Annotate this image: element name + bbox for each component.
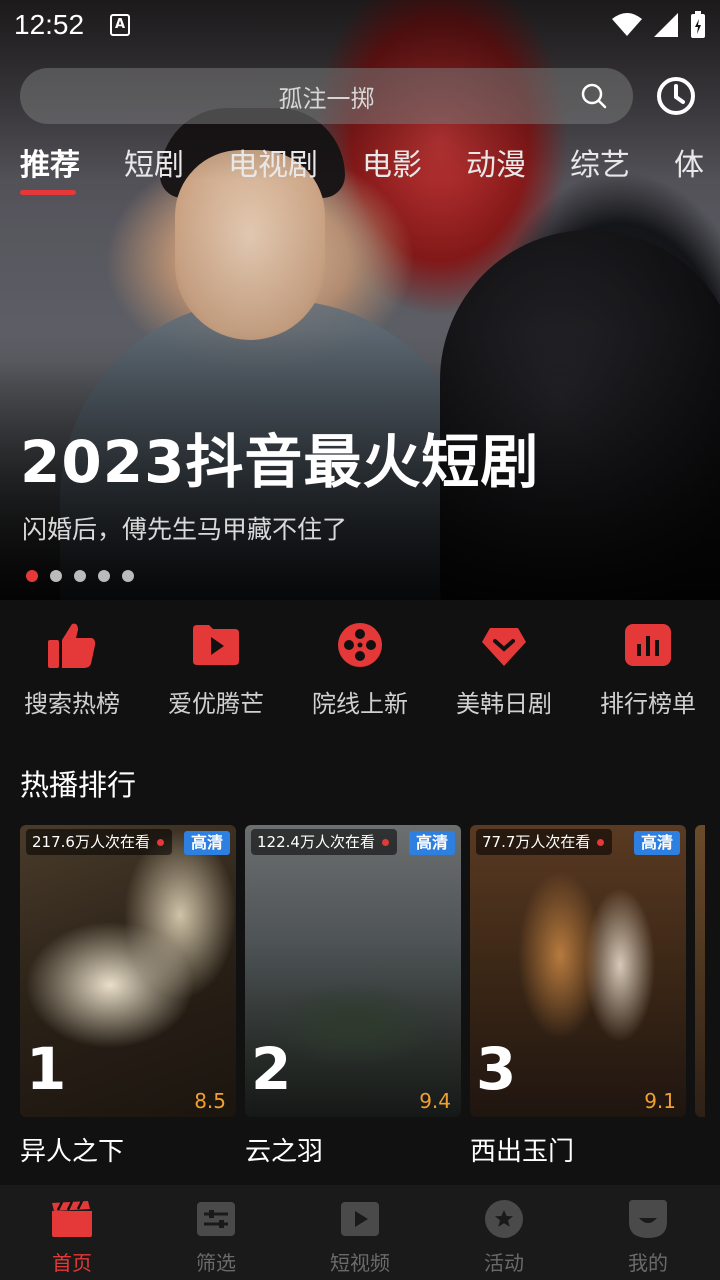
poster-image[interactable]: 217.6万人次在看 高清 1 8.5 bbox=[20, 825, 236, 1117]
bar-chart-icon bbox=[623, 620, 673, 670]
quick-entry-label: 搜索热榜 bbox=[24, 690, 120, 718]
nav-short-video[interactable]: 短视频 bbox=[288, 1185, 432, 1280]
status-bar: 12:52 A bbox=[0, 0, 720, 50]
sliders-icon bbox=[196, 1199, 236, 1239]
carousel-dot[interactable] bbox=[98, 570, 110, 582]
hd-badge: 高清 bbox=[634, 831, 680, 855]
hot-ranking-list: 217.6万人次在看 高清 1 8.5 异人之下 122.4万人次在看 高清 2… bbox=[20, 825, 720, 1165]
quick-entry-platforms[interactable]: 爱优腾芒 bbox=[144, 620, 288, 720]
quick-entry-label: 排行榜单 bbox=[600, 690, 696, 718]
film-reel-icon bbox=[335, 620, 385, 670]
ranking-card[interactable]: 77.7万人次在看 高清 3 9.1 西出玉门 bbox=[470, 825, 686, 1165]
nav-label: 我的 bbox=[628, 1251, 668, 1275]
quick-entries: 搜索热榜 爱优腾芒 院线上新 美韩日剧 排行榜单 bbox=[0, 620, 720, 720]
quick-entry-label: 美韩日剧 bbox=[456, 690, 552, 718]
quick-entry-label: 爱优腾芒 bbox=[168, 690, 264, 718]
nav-profile[interactable]: 我的 bbox=[576, 1185, 720, 1280]
card-title[interactable]: 云之羽 bbox=[245, 1131, 461, 1165]
carousel-dot[interactable] bbox=[74, 570, 86, 582]
nav-home[interactable]: 首页 bbox=[0, 1185, 144, 1280]
rank-number: 3 bbox=[476, 1035, 517, 1103]
tab-indicator bbox=[20, 190, 76, 195]
card-title[interactable]: 异人之下 bbox=[20, 1131, 236, 1165]
clapperboard-icon bbox=[52, 1199, 92, 1239]
tab-sports[interactable]: 体 bbox=[674, 140, 704, 200]
score: 8.5 bbox=[194, 1089, 226, 1113]
hero-subtitle: 闪婚后，傅先生马甲藏不住了 bbox=[22, 515, 348, 544]
poster-image[interactable] bbox=[695, 825, 705, 1117]
tab-anime[interactable]: 动漫 bbox=[466, 140, 526, 200]
nav-activity[interactable]: 活动 bbox=[432, 1185, 576, 1280]
hero-title: 2023抖音最火短剧 bbox=[20, 428, 540, 496]
carousel-dot[interactable] bbox=[26, 570, 38, 582]
quick-entry-foreign-drama[interactable]: 美韩日剧 bbox=[432, 620, 576, 720]
carousel-indicator bbox=[26, 570, 134, 582]
tab-variety[interactable]: 综艺 bbox=[570, 140, 630, 200]
thumbs-up-icon bbox=[47, 620, 97, 670]
poster-image[interactable]: 77.7万人次在看 高清 3 9.1 bbox=[470, 825, 686, 1117]
keyboard-indicator-icon: A bbox=[110, 14, 131, 36]
quick-entry-rankings[interactable]: 排行榜单 bbox=[576, 620, 720, 720]
wifi-icon bbox=[612, 13, 642, 36]
nav-label: 首页 bbox=[52, 1251, 92, 1275]
quick-entry-hot-search[interactable]: 搜索热榜 bbox=[0, 620, 144, 720]
category-tabs: 推荐 短剧 电视剧 电影 动漫 综艺 体 bbox=[20, 140, 720, 200]
ranking-card[interactable]: 122.4万人次在看 高清 2 9.4 云之羽 bbox=[245, 825, 461, 1165]
tab-short-drama[interactable]: 短剧 bbox=[124, 140, 184, 200]
section-title: 热播排行 bbox=[20, 768, 137, 802]
battery-icon bbox=[691, 11, 705, 38]
signal-icon bbox=[654, 13, 678, 37]
tab-movie[interactable]: 电影 bbox=[362, 140, 422, 200]
search-input[interactable]: 孤注一掷 bbox=[20, 68, 633, 124]
heart-icon bbox=[479, 620, 529, 670]
viewer-count: 122.4万人次在看 bbox=[251, 829, 397, 855]
hd-badge: 高清 bbox=[184, 831, 230, 855]
bottom-nav: 首页 筛选 短视频 活动 我的 bbox=[0, 1185, 720, 1280]
video-icon bbox=[340, 1199, 380, 1239]
viewer-count: 217.6万人次在看 bbox=[26, 829, 172, 855]
nav-label: 短视频 bbox=[330, 1251, 390, 1275]
search-placeholder: 孤注一掷 bbox=[278, 84, 375, 113]
nav-label: 活动 bbox=[484, 1251, 524, 1275]
star-icon bbox=[484, 1199, 524, 1239]
score: 9.1 bbox=[644, 1089, 676, 1113]
status-time: 12:52 bbox=[14, 9, 85, 40]
card-title[interactable]: 西出玉门 bbox=[470, 1131, 686, 1165]
search-icon[interactable] bbox=[581, 83, 607, 109]
poster-image[interactable]: 122.4万人次在看 高清 2 9.4 bbox=[245, 825, 461, 1117]
viewer-count: 77.7万人次在看 bbox=[476, 829, 613, 855]
history-icon[interactable] bbox=[655, 75, 697, 117]
ranking-card[interactable]: 217.6万人次在看 高清 1 8.5 异人之下 bbox=[20, 825, 236, 1165]
carousel-dot[interactable] bbox=[122, 570, 134, 582]
play-icon bbox=[191, 620, 241, 670]
profile-icon bbox=[628, 1199, 668, 1239]
tab-recommend[interactable]: 推荐 bbox=[20, 140, 80, 200]
quick-entry-label: 院线上新 bbox=[312, 690, 408, 718]
quick-entry-cinema[interactable]: 院线上新 bbox=[288, 620, 432, 720]
score: 9.4 bbox=[419, 1089, 451, 1113]
nav-filter[interactable]: 筛选 bbox=[144, 1185, 288, 1280]
rank-number: 2 bbox=[251, 1035, 292, 1103]
carousel-dot[interactable] bbox=[50, 570, 62, 582]
hd-badge: 高清 bbox=[409, 831, 455, 855]
tab-tv-series[interactable]: 电视剧 bbox=[228, 140, 318, 200]
nav-label: 筛选 bbox=[196, 1251, 236, 1275]
rank-number: 1 bbox=[26, 1035, 67, 1103]
